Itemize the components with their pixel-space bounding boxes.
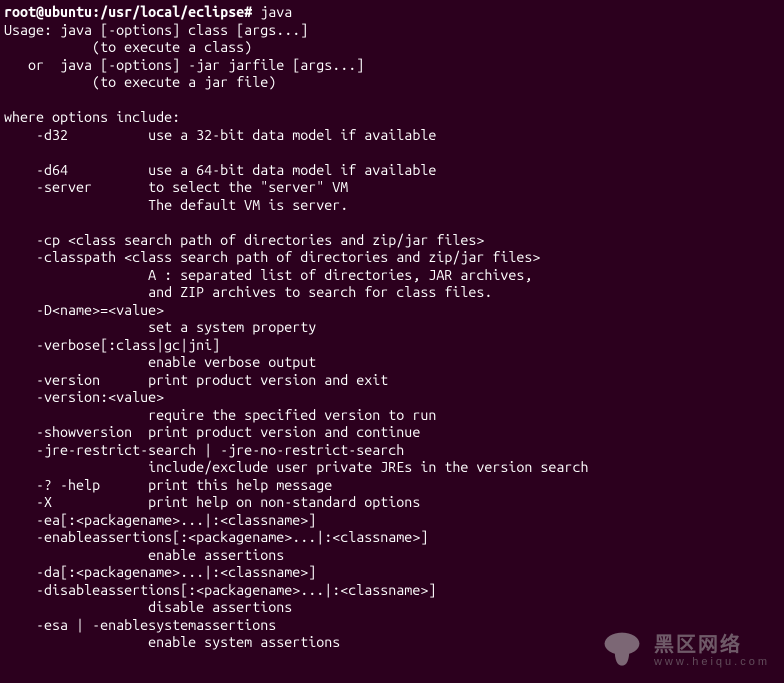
- output-line: -X print help on non-standard options: [4, 494, 420, 510]
- output-line: -verbose[:class|gc|jni]: [4, 337, 220, 353]
- output-line: A : separated list of directories, JAR a…: [4, 267, 532, 283]
- output-line: Usage: java [-options] class [args...]: [4, 22, 308, 38]
- output-line: or java [-options] -jar jarfile [args...…: [4, 57, 364, 73]
- output-line: (to execute a class): [4, 39, 252, 55]
- prompt-sep1: :: [92, 4, 100, 20]
- output-line: -disableassertions[:<packagename>...|:<c…: [4, 582, 436, 598]
- prompt-path: /usr/local/eclipse: [100, 4, 244, 20]
- typed-command: java: [252, 4, 292, 20]
- output-line: and ZIP archives to search for class fil…: [4, 284, 492, 300]
- output-line: set a system property: [4, 319, 316, 335]
- output-line: -jre-restrict-search | -jre-no-restrict-…: [4, 442, 404, 458]
- output-line: -version print product version and exit: [4, 372, 388, 388]
- output-line: -da[:<packagename>...|:<classname>]: [4, 564, 316, 580]
- output-line: disable assertions: [4, 599, 292, 615]
- output-line: -d32 use a 32-bit data model if availabl…: [4, 127, 436, 143]
- output-line: -? -help print this help message: [4, 477, 332, 493]
- output-line: where options include:: [4, 109, 180, 125]
- output-line: enable system assertions: [4, 634, 340, 650]
- output-line: enable assertions: [4, 547, 284, 563]
- output-line: -server to select the "server" VM: [4, 179, 348, 195]
- output-line: -enableassertions[:<packagename>...|:<cl…: [4, 529, 428, 545]
- output-line: -version:<value>: [4, 389, 164, 405]
- output-line: -d64 use a 64-bit data model if availabl…: [4, 162, 436, 178]
- output-line: -D<name>=<value>: [4, 302, 164, 318]
- output-line: -esa | -enablesystemassertions: [4, 617, 276, 633]
- output-line: require the specified version to run: [4, 407, 436, 423]
- output-line: (to execute a jar file): [4, 74, 276, 90]
- output-line: -ea[:<packagename>...|:<classname>]: [4, 512, 316, 528]
- output-line: -showversion print product version and c…: [4, 424, 420, 440]
- output-line: -cp <class search path of directories an…: [4, 232, 484, 248]
- output-line: enable verbose output: [4, 354, 316, 370]
- terminal-output[interactable]: root@ubuntu:/usr/local/eclipse# java Usa…: [0, 0, 784, 652]
- output-line: include/exclude user private JREs in the…: [4, 459, 588, 475]
- output-line: -classpath <class search path of directo…: [4, 249, 540, 265]
- prompt-user: root@ubuntu: [4, 4, 92, 20]
- watermark-domain: www.heiqu.com: [654, 656, 770, 668]
- output-line: The default VM is server.: [4, 197, 348, 213]
